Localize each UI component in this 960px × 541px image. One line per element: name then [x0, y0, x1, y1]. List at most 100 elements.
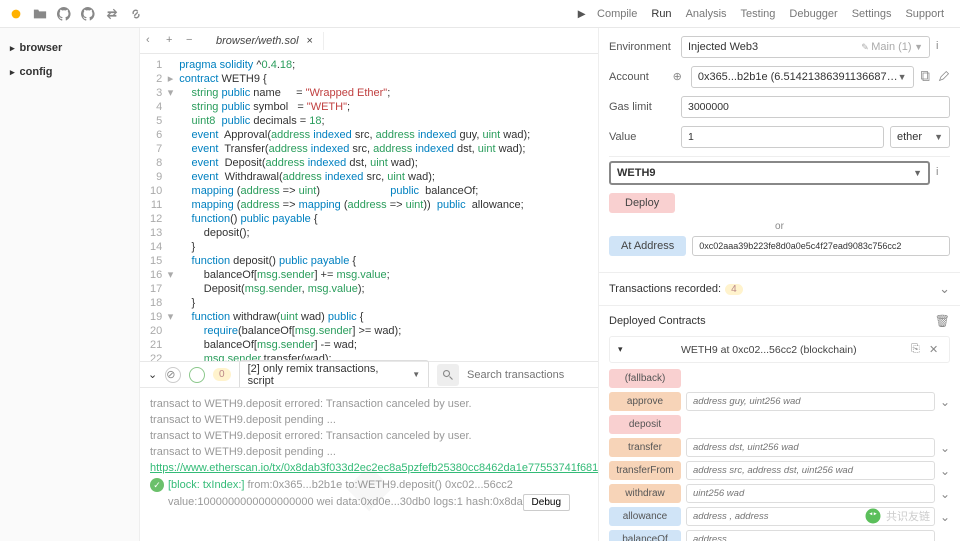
fn-approve-button[interactable]: approve — [609, 392, 681, 411]
run-panel: Environment Injected Web3 ✎ Main (1) ▼ i… — [598, 28, 960, 541]
fn-transfer-input[interactable] — [686, 438, 935, 457]
fn-allowance-button[interactable]: allowance — [609, 507, 681, 526]
log-filter-select[interactable]: [2] only remix transactions, script ▼ — [239, 360, 430, 390]
chevron-down-icon[interactable]: ⌄ — [940, 464, 950, 478]
fn-transfer-button[interactable]: transfer — [609, 438, 681, 457]
chevron-down-icon[interactable]: ⌄ — [940, 441, 950, 455]
fn-fallback-button[interactable]: (fallback) — [609, 369, 681, 388]
value-unit-select[interactable]: ether ▼ — [890, 126, 950, 148]
log-line: transact to WETH9.deposit errored: Trans… — [150, 398, 588, 410]
terminal-log[interactable]: ◆ transact to WETH9.deposit errored: Tra… — [140, 387, 598, 541]
search-input[interactable] — [467, 369, 590, 381]
chevron-down-icon: ⌄ — [939, 281, 950, 297]
gas-limit-input[interactable] — [681, 96, 950, 118]
nav-compile[interactable]: Compile — [597, 8, 637, 20]
file-tab-label: browser/weth.sol — [216, 35, 299, 47]
chevron-down-icon: ▼ — [412, 370, 420, 379]
terminal-toolbar: ⌄ ⊘ 0 [2] only remix transactions, scrip… — [140, 361, 598, 387]
chevron-down-icon: ▼ — [934, 132, 943, 142]
at-address-input[interactable] — [692, 236, 950, 256]
search-icon[interactable] — [437, 364, 459, 386]
collapse-icon[interactable]: ‹ — [146, 34, 160, 48]
contract-select-value: WETH9 — [617, 167, 656, 179]
contract-select[interactable]: WETH9 ▼ — [609, 161, 930, 185]
log-line: transact to WETH9.deposit errored: Trans… — [150, 430, 588, 442]
chevron-down-icon[interactable]: ⌄ — [940, 487, 950, 501]
run-arrow-icon[interactable]: ▸ — [578, 5, 585, 22]
log-filter-label: [2] only remix transactions, script — [248, 363, 407, 387]
nav-tabs: Compile Run Analysis Testing Debugger Se… — [597, 8, 944, 20]
at-address-button[interactable]: At Address — [609, 236, 686, 256]
home-icon[interactable] — [8, 6, 24, 22]
account-value: 0x365...b2b1e (6.51421386391136687… — [698, 71, 898, 83]
environment-label: Environment — [609, 41, 675, 53]
contract-instance-title: WETH9 at 0xc02...56cc2 (blockchain) — [633, 344, 905, 356]
debug-button[interactable]: Debug — [523, 494, 570, 511]
github-icon[interactable] — [56, 6, 72, 22]
sidebar-item-config[interactable]: config — [0, 60, 139, 84]
trash-icon[interactable]: 🗑 — [935, 314, 950, 328]
pending-icon[interactable] — [189, 367, 205, 383]
fn-transferfrom-input[interactable] — [686, 461, 935, 480]
copy-icon[interactable] — [920, 70, 932, 84]
fn-deposit-button[interactable]: deposit — [609, 415, 681, 434]
log-line: transact to WETH9.deposit pending ... — [150, 446, 588, 458]
editor-tabbar: ‹ + − browser/weth.sol × — [140, 28, 598, 54]
info-icon[interactable]: i — [936, 166, 950, 180]
log-line: from:0x365...b2b1e to:WETH9.deposit() 0x… — [248, 479, 513, 491]
transactions-label: Transactions recorded: — [609, 283, 721, 295]
file-sidebar: browser config — [0, 28, 140, 541]
folder-icon[interactable] — [32, 6, 48, 22]
or-label: or — [609, 221, 950, 232]
copy-icon[interactable]: ⎘ — [911, 343, 923, 356]
etherscan-link[interactable]: https://www.etherscan.io/tx/0x8dab3f033d… — [150, 462, 598, 474]
nav-support[interactable]: Support — [905, 8, 944, 20]
info-icon[interactable]: i — [936, 40, 950, 54]
chevron-down-icon[interactable]: ⌄ — [940, 510, 950, 524]
chevron-down-icon: ▼ — [913, 168, 922, 178]
pencil-icon[interactable]: ✎ Main (1) ▼ — [861, 41, 923, 53]
value-input[interactable] — [681, 126, 884, 148]
nav-run[interactable]: Run — [651, 8, 671, 20]
transactions-count: 4 — [725, 284, 743, 295]
warning-badge: 0 — [213, 368, 231, 381]
nav-testing[interactable]: Testing — [741, 8, 776, 20]
fn-withdraw-input[interactable] — [686, 484, 935, 503]
log-block-label: [block: txIndex:] — [168, 479, 244, 491]
gas-limit-label: Gas limit — [609, 101, 675, 113]
environment-value: Injected Web3 — [688, 41, 758, 53]
edit-icon[interactable] — [938, 70, 950, 84]
fn-withdraw-button[interactable]: withdraw — [609, 484, 681, 503]
chevron-down-icon[interactable]: ⌄ — [940, 395, 950, 409]
minus-icon[interactable]: − — [186, 34, 200, 48]
plus-icon[interactable]: + — [166, 34, 180, 48]
sidebar-item-browser[interactable]: browser — [0, 36, 139, 60]
code-editor[interactable]: 1 2 ▸3 ▾4 5 6 7 8 9 10 11 12 13 14 15 16… — [140, 54, 598, 361]
file-tab[interactable]: browser/weth.sol × — [206, 32, 324, 50]
github-icon-2[interactable] — [80, 6, 96, 22]
fn-balanceof-input[interactable] — [686, 530, 935, 541]
account-label: Account — [609, 71, 667, 83]
swap-icon[interactable] — [104, 6, 120, 22]
chevron-down-icon[interactable]: ▾ — [618, 344, 623, 355]
chevron-down-icon[interactable]: ⌄ — [148, 368, 157, 381]
nav-debugger[interactable]: Debugger — [789, 8, 837, 20]
clear-icon[interactable]: ⊘ — [165, 367, 181, 383]
watermark: 共识友链 — [864, 507, 930, 525]
nav-analysis[interactable]: Analysis — [686, 8, 727, 20]
fn-transferfrom-button[interactable]: transferFrom — [609, 461, 681, 480]
nav-settings[interactable]: Settings — [852, 8, 892, 20]
fn-balanceof-button[interactable]: balanceOf — [609, 530, 681, 541]
close-icon[interactable]: × — [307, 35, 313, 47]
account-select[interactable]: 0x365...b2b1e (6.51421386391136687… ▼ — [691, 66, 914, 88]
plus-circle-icon[interactable]: ⊕ — [673, 70, 685, 84]
contract-instance-header[interactable]: ▾ WETH9 at 0xc02...56cc2 (blockchain) ⎘ … — [609, 336, 950, 363]
link-icon[interactable] — [128, 6, 144, 22]
fn-approve-input[interactable] — [686, 392, 935, 411]
deploy-button[interactable]: Deploy — [609, 193, 675, 213]
transactions-section[interactable]: Transactions recorded: 4 ⌄ — [599, 272, 960, 305]
environment-select[interactable]: Injected Web3 ✎ Main (1) ▼ — [681, 36, 930, 58]
close-icon[interactable]: ✕ — [929, 343, 941, 356]
chevron-down-icon[interactable]: ⌄ — [940, 533, 950, 541]
log-line: transact to WETH9.deposit pending ... — [150, 414, 588, 426]
